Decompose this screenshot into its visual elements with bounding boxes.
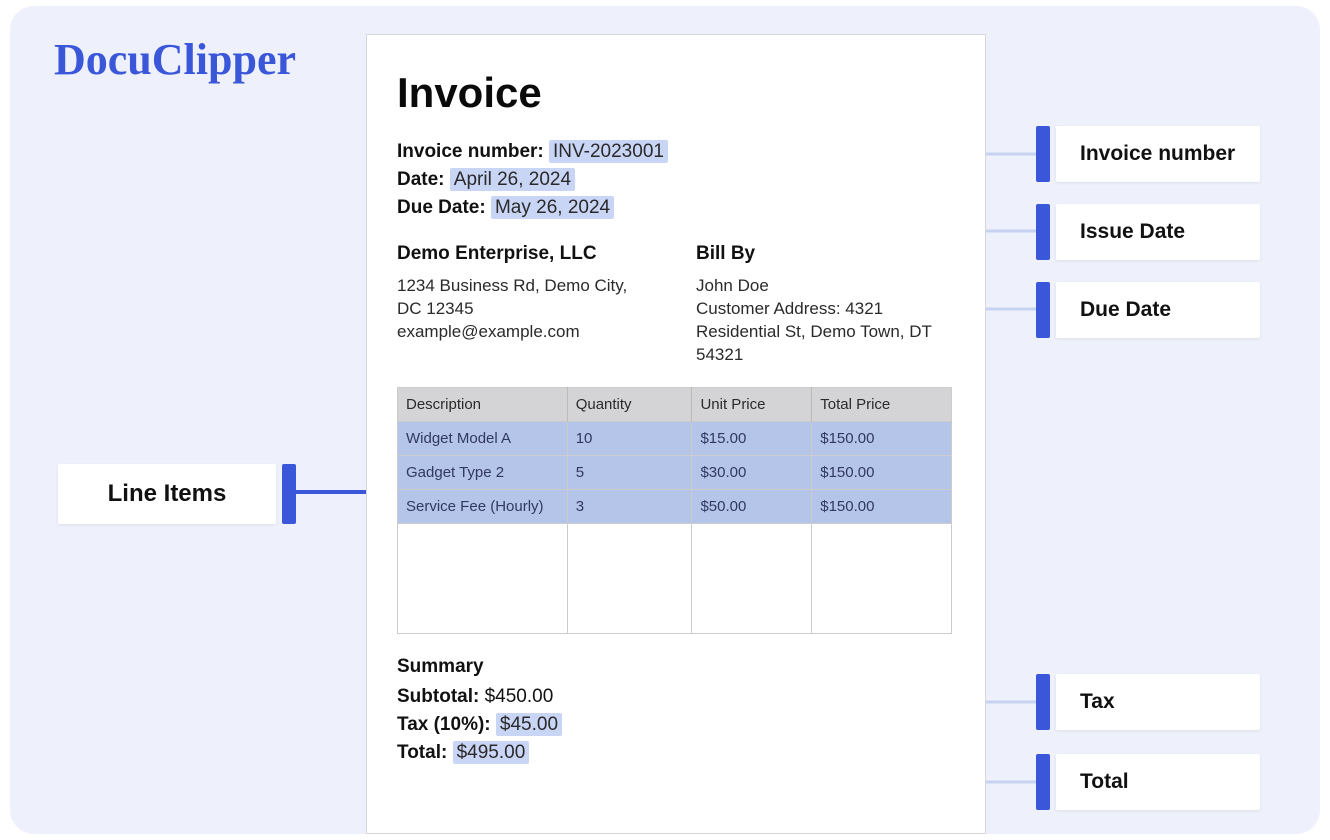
cell-qty: 5: [567, 455, 692, 489]
app-canvas: DocuClipper Invoice Invoice number: INV-…: [10, 6, 1320, 834]
tax-line: Tax (10%): $45.00: [397, 714, 955, 736]
annotation-invoice-number: Invoice number: [1056, 126, 1260, 182]
cell-desc: Gadget Type 2: [398, 455, 568, 489]
cell-total: $150.00: [812, 421, 952, 455]
issue-date-line: Date: April 26, 2024: [397, 169, 955, 191]
annotation-label: Tax: [1080, 690, 1115, 713]
due-date-line: Due Date: May 26, 2024: [397, 197, 955, 219]
cell-desc: Service Fee (Hourly): [398, 489, 568, 523]
accent-bar: [1036, 282, 1050, 338]
header-unit-price: Unit Price: [692, 387, 812, 421]
summary-section: Summary Subtotal: $450.00 Tax (10%): $45…: [397, 656, 955, 764]
from-email: example@example.com: [397, 321, 656, 344]
accent-bar: [1036, 674, 1050, 730]
billby-party: Bill By John Doe Customer Address: 4321 …: [696, 243, 955, 367]
table-empty-row: [398, 523, 952, 633]
issue-date-value: April 26, 2024: [450, 168, 575, 191]
tax-value: $45.00: [496, 713, 562, 736]
annotation-label: Invoice number: [1080, 142, 1235, 165]
summary-title: Summary: [397, 656, 955, 678]
table-row: Gadget Type 2 5 $30.00 $150.00: [398, 455, 952, 489]
subtotal-label: Subtotal:: [397, 686, 479, 707]
accent-bar: [1036, 204, 1050, 260]
table-row: Service Fee (Hourly) 3 $50.00 $150.00: [398, 489, 952, 523]
parties-section: Demo Enterprise, LLC 1234 Business Rd, D…: [397, 243, 955, 367]
annotation-issue-date: Issue Date: [1056, 204, 1260, 260]
cell-total: $150.00: [812, 489, 952, 523]
billby-label: Bill By: [696, 243, 955, 265]
header-total-price: Total Price: [812, 387, 952, 421]
due-date-label: Due Date:: [397, 197, 486, 218]
cell-desc: Widget Model A: [398, 421, 568, 455]
header-quantity: Quantity: [567, 387, 692, 421]
table-row: Widget Model A 10 $15.00 $150.00: [398, 421, 952, 455]
annotation-total: Total: [1056, 754, 1260, 810]
invoice-title: Invoice: [397, 69, 955, 117]
annotation-label: Due Date: [1080, 298, 1171, 321]
total-line: Total: $495.00: [397, 742, 955, 764]
billto-name: John Doe: [696, 275, 955, 298]
invoice-number-line: Invoice number: INV-2023001: [397, 141, 955, 163]
invoice-document: Invoice Invoice number: INV-2023001 Date…: [366, 34, 986, 834]
cell-total: $150.00: [812, 455, 952, 489]
from-company: Demo Enterprise, LLC: [397, 243, 656, 265]
line-items-table: Description Quantity Unit Price Total Pr…: [397, 387, 952, 634]
cell-unit: $30.00: [692, 455, 812, 489]
annotation-line-items: Line Items: [58, 464, 276, 524]
annotation-label: Issue Date: [1080, 220, 1185, 243]
accent-bar: [1036, 754, 1050, 810]
from-party: Demo Enterprise, LLC 1234 Business Rd, D…: [397, 243, 656, 367]
brand-logo: DocuClipper: [54, 34, 296, 85]
cell-qty: 10: [567, 421, 692, 455]
total-value: $495.00: [453, 741, 530, 764]
cell-unit: $15.00: [692, 421, 812, 455]
header-description: Description: [398, 387, 568, 421]
annotation-label: Total: [1080, 770, 1129, 793]
subtotal-value: $450.00: [485, 686, 554, 707]
cell-unit: $50.00: [692, 489, 812, 523]
billto-address: Customer Address: 4321 Residential St, D…: [696, 298, 955, 367]
from-address: 1234 Business Rd, Demo City, DC 12345: [397, 275, 656, 321]
accent-bar: [282, 464, 296, 524]
invoice-number-label: Invoice number:: [397, 141, 544, 162]
invoice-number-value: INV-2023001: [549, 140, 668, 163]
annotation-tax: Tax: [1056, 674, 1260, 730]
annotation-due-date: Due Date: [1056, 282, 1260, 338]
annotation-label: Line Items: [108, 480, 227, 507]
total-label: Total:: [397, 742, 447, 763]
tax-label: Tax (10%):: [397, 714, 491, 735]
accent-bar: [1036, 126, 1050, 182]
issue-date-label: Date:: [397, 169, 445, 190]
cell-qty: 3: [567, 489, 692, 523]
table-header-row: Description Quantity Unit Price Total Pr…: [398, 387, 952, 421]
due-date-value: May 26, 2024: [491, 196, 614, 219]
subtotal-line: Subtotal: $450.00: [397, 686, 955, 708]
